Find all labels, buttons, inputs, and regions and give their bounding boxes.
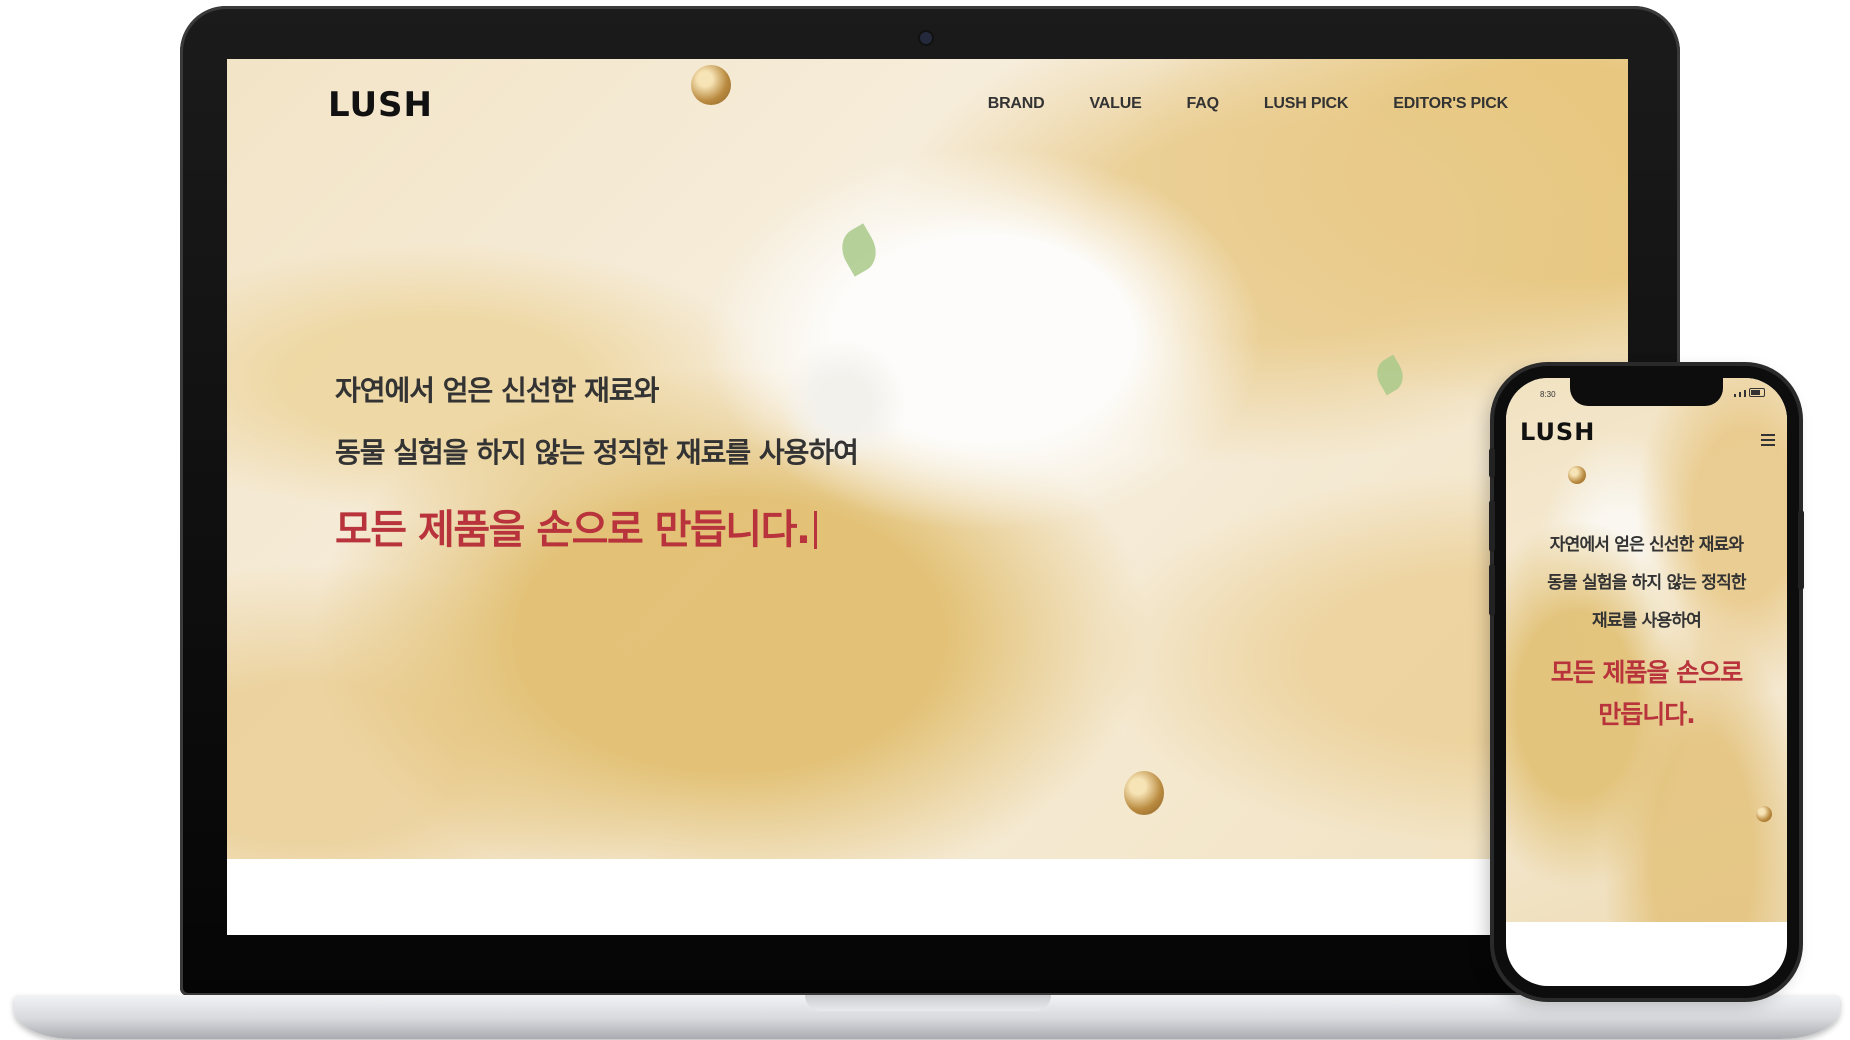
mobile-hero-emphasis-2: 만듭니다. bbox=[1598, 700, 1696, 729]
mobile-hero-emphasis-1: 모든 제품을 손으로 bbox=[1550, 658, 1743, 687]
webcam-icon bbox=[920, 32, 932, 44]
signal-icon bbox=[1744, 390, 1746, 397]
nav-link-value[interactable]: VALUE bbox=[1090, 95, 1142, 113]
mobile-brand-logo[interactable]: LUSH bbox=[1520, 418, 1595, 446]
mobile-hero-line-2: 동물 실험을 하지 않는 정직한 bbox=[1547, 573, 1746, 593]
hero-line-1: 자연에서 얻은 신선한 재료와 bbox=[335, 374, 659, 407]
status-time: 8:30 bbox=[1540, 390, 1556, 399]
leaf-decoration bbox=[1370, 354, 1410, 396]
hero-line-2: 동물 실험을 하지 않는 정직한 재료를 사용하여 bbox=[335, 436, 859, 469]
mobile-viewport: 8:30 LUSH 자연에서 얻은 신선한 재료와 동물 실험을 하지 않는 정… bbox=[1506, 378, 1787, 986]
nav-link-editors-pick[interactable]: EDITOR'S PICK bbox=[1393, 95, 1508, 113]
foam-bubble bbox=[1124, 771, 1164, 815]
foam-bubble bbox=[1756, 806, 1772, 822]
hamburger-icon[interactable] bbox=[1761, 434, 1775, 446]
laptop-opening-notch bbox=[805, 995, 1051, 1011]
mobile-hero-copy: 자연에서 얻은 신선한 재료와 동물 실험을 하지 않는 정직한 재료를 사용하… bbox=[1506, 526, 1787, 736]
status-icons bbox=[1734, 388, 1765, 397]
hero-section: LUSH BRAND VALUE FAQ LUSH PICK EDITOR'S … bbox=[227, 59, 1628, 859]
hero-emphasis: 모든 제품을 손으로 만듭니다. bbox=[335, 497, 858, 555]
mobile-hero-line-1: 자연에서 얻은 신선한 재료와 bbox=[1549, 535, 1744, 555]
nav-link-faq[interactable]: FAQ bbox=[1187, 95, 1219, 113]
signal-icon bbox=[1734, 394, 1736, 397]
leaf-decoration bbox=[833, 223, 885, 277]
hero-copy: 자연에서 얻은 신선한 재료와 동물 실험을 하지 않는 정직한 재료를 사용하… bbox=[335, 369, 859, 555]
hero-emphasis-text: 모든 제품을 손으로 만듭니다. bbox=[335, 507, 811, 553]
nav-link-lush-pick[interactable]: LUSH PICK bbox=[1264, 95, 1349, 113]
battery-icon bbox=[1749, 388, 1765, 397]
mobile-hero-line-3: 재료를 사용하여 bbox=[1592, 611, 1702, 631]
nav-link-brand[interactable]: BRAND bbox=[988, 95, 1045, 113]
brand-logo[interactable]: LUSH bbox=[328, 85, 433, 125]
signal-icon bbox=[1739, 392, 1741, 397]
phone-volume-button bbox=[1489, 564, 1495, 616]
phone-volume-button bbox=[1489, 500, 1495, 552]
phone-power-button bbox=[1798, 510, 1804, 590]
phone-notch bbox=[1570, 378, 1723, 406]
foam-bubble bbox=[1568, 466, 1586, 484]
nav-menu: BRAND VALUE FAQ LUSH PICK EDITOR'S PICK bbox=[988, 95, 1508, 113]
desktop-viewport: LUSH BRAND VALUE FAQ LUSH PICK EDITOR'S … bbox=[227, 59, 1628, 935]
top-navigation: LUSH BRAND VALUE FAQ LUSH PICK EDITOR'S … bbox=[227, 59, 1628, 139]
phone-side-button bbox=[1489, 448, 1495, 478]
typing-caret bbox=[813, 511, 817, 549]
